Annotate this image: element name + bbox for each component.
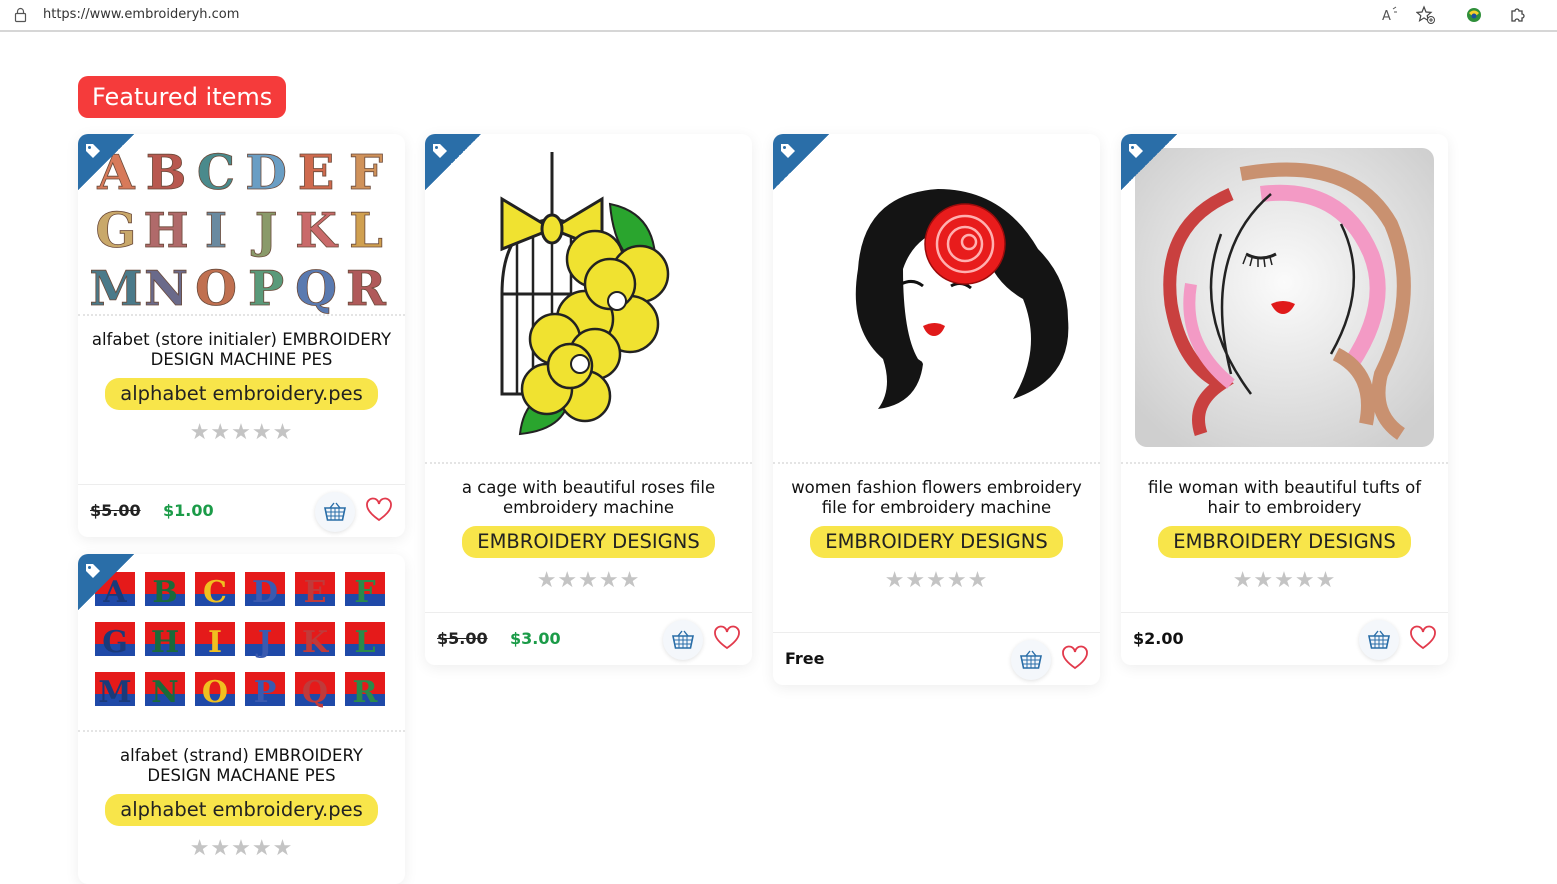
heart-icon <box>1062 645 1088 670</box>
price-row: $2.00 <box>1121 612 1448 664</box>
wishlist-button[interactable] <box>1061 645 1089 671</box>
alphabet-letter: R <box>353 675 379 710</box>
price: Free <box>785 649 825 668</box>
featured-items-heading: Featured items <box>78 76 287 118</box>
category-badge[interactable]: EMBROIDERY DESIGNS <box>462 526 715 558</box>
extension-icon[interactable] <box>1464 5 1484 25</box>
price-row: Free <box>773 632 1100 684</box>
heart-icon <box>366 497 392 522</box>
product-card[interactable]: ABCDEFGHIJKLMNOPQR alfabet (strand) EMBR… <box>78 554 405 884</box>
sale-price: $3.00 <box>510 629 561 648</box>
heart-icon <box>714 625 740 650</box>
price-row: $5.00 $1.00 <box>78 484 405 536</box>
alphabet-letter: J <box>251 203 278 259</box>
old-price: $5.00 <box>437 629 488 648</box>
lock-icon <box>14 7 27 23</box>
sale-price: $1.00 <box>163 501 214 520</box>
alphabet-letter: C <box>203 575 227 610</box>
alphabet-letter: F <box>349 145 383 201</box>
add-to-cart-button[interactable] <box>315 492 355 532</box>
category-badge[interactable]: EMBROIDERY DESIGNS <box>810 526 1063 558</box>
tag-icon <box>773 134 829 190</box>
alphabet-letter: N <box>144 261 188 314</box>
add-to-cart-button[interactable] <box>663 620 703 660</box>
svg-text:A: A <box>1382 9 1391 24</box>
basket-icon <box>1368 630 1390 649</box>
add-favorite-icon[interactable] <box>1415 5 1436 25</box>
alphabet-letter: R <box>346 261 387 314</box>
wishlist-button[interactable] <box>365 497 393 523</box>
product-card[interactable]: women fashion flowers embroidery file fo… <box>773 134 1100 685</box>
alphabet-letter: I <box>205 203 227 259</box>
alphabet-letter: N <box>151 675 178 710</box>
tag-icon <box>78 554 134 610</box>
alphabet-letter: O <box>202 675 228 710</box>
category-badge[interactable]: alphabet embroidery.pes <box>105 378 378 410</box>
category-badge[interactable]: EMBROIDERY DESIGNS <box>1158 526 1411 558</box>
alphabet-letter: M <box>89 261 142 314</box>
tag-icon <box>1121 134 1177 190</box>
alphabet-letter: B <box>152 575 177 610</box>
tag-icon <box>425 134 481 190</box>
alphabet-letter: B <box>146 145 187 201</box>
tag-icon <box>78 134 134 190</box>
alphabet-letter: Q <box>295 261 337 314</box>
alphabet-letter: I <box>208 625 222 660</box>
alphabet-letter: E <box>304 575 327 610</box>
add-to-cart-button[interactable] <box>1359 620 1399 660</box>
product-title[interactable]: alfabet (store initialer) EMBROIDERY DES… <box>78 330 405 370</box>
product-card[interactable]: ABCDEFGHIJKLMNOPQR alfabet (store initia… <box>78 134 405 537</box>
alphabet-letter: D <box>252 575 278 610</box>
alphabet-letter: G <box>102 625 128 660</box>
product-title[interactable]: women fashion flowers embroidery file fo… <box>773 478 1100 518</box>
alphabet-letter: C <box>197 145 235 201</box>
rating-stars: ★★★★★ <box>884 568 989 593</box>
alphabet-letter: E <box>298 145 335 201</box>
alphabet-letter: M <box>98 675 131 710</box>
alphabet-letter: L <box>354 625 375 660</box>
alphabet-letter: O <box>195 261 237 314</box>
basket-icon <box>672 630 694 649</box>
product-title[interactable]: file woman with beautiful tufts of hair … <box>1121 478 1448 518</box>
wishlist-button[interactable] <box>713 625 741 651</box>
rating-stars: ★★★★★ <box>189 420 294 445</box>
basket-icon <box>1020 650 1042 669</box>
rating-stars: ★★★★★ <box>536 568 641 593</box>
add-to-cart-button[interactable] <box>1011 640 1051 680</box>
wishlist-button[interactable] <box>1409 625 1437 651</box>
browser-address-bar: https://www.embroideryh.com A <box>0 0 1557 32</box>
alphabet-letter: K <box>302 625 329 660</box>
product-title[interactable]: a cage with beautiful roses file embroid… <box>425 478 752 518</box>
alphabet-letter: D <box>245 145 287 201</box>
price-row: $5.00 $3.00 <box>425 612 752 664</box>
alphabet-letter: L <box>349 203 383 259</box>
alphabet-letter: J <box>255 625 272 660</box>
product-card[interactable]: a cage with beautiful roses file embroid… <box>425 134 752 665</box>
alphabet-letter: G <box>96 203 137 259</box>
old-price: $5.00 <box>90 501 141 520</box>
alphabet-letter: H <box>143 203 188 259</box>
category-badge[interactable]: alphabet embroidery.pes <box>105 794 378 826</box>
alphabet-letter: H <box>151 625 179 660</box>
url-text[interactable]: https://www.embroideryh.com <box>43 7 239 22</box>
puzzle-icon[interactable] <box>1508 5 1528 25</box>
read-aloud-icon[interactable]: A <box>1380 5 1400 25</box>
product-card[interactable]: file woman with beautiful tufts of hair … <box>1121 134 1448 665</box>
alphabet-letter: K <box>295 203 339 259</box>
heart-icon <box>1410 625 1436 650</box>
alphabet-letter: F <box>354 575 375 610</box>
alphabet-letter: Q <box>302 675 328 710</box>
rating-stars: ★★★★★ <box>189 836 294 861</box>
basket-icon <box>324 502 346 521</box>
alphabet-letter: P <box>254 675 277 710</box>
alphabet-letter: P <box>248 261 284 314</box>
price: $2.00 <box>1133 629 1184 648</box>
rating-stars: ★★★★★ <box>1232 568 1337 593</box>
product-title[interactable]: alfabet (strand) EMBROIDERY DESIGN MACHA… <box>78 746 405 786</box>
